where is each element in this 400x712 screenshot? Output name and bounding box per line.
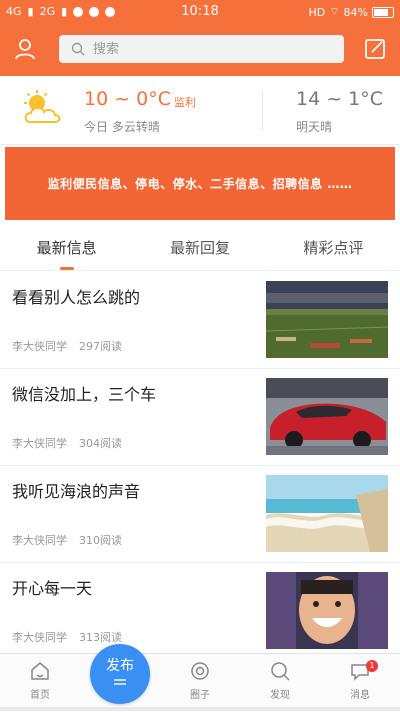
user-profile-button[interactable]: [10, 34, 40, 64]
banner-text: 监利便民信息、停电、停水、二手信息、招聘信息 ……: [47, 177, 353, 191]
item-views: 313阅读: [79, 631, 122, 644]
tab-label: 精彩点评: [303, 239, 364, 257]
nav-circle[interactable]: 圈子: [170, 660, 230, 701]
search-bar[interactable]: [59, 35, 344, 63]
status-right: HD ⌔ 84%: [308, 5, 394, 19]
item-views: 297阅读: [79, 340, 122, 353]
item-title: 我听见海浪的声音: [12, 482, 141, 501]
home-icon: [31, 662, 49, 680]
item-title: 微信没加上，三个车: [12, 385, 157, 404]
circle-icon: [191, 662, 209, 680]
tab-latest-info[interactable]: 最新信息: [0, 230, 133, 270]
compose-button[interactable]: [360, 34, 390, 64]
item-meta: 李大侠同学 313阅读: [12, 629, 122, 645]
list-item[interactable]: 看看别人怎么跳的 李大侠同学 297阅读: [0, 272, 400, 369]
item-author: 李大侠同学: [12, 631, 67, 644]
weather-panel[interactable]: 10 ~ 0°C 监利 今日 多云转晴 14 ~ 1°C 明天晴: [0, 76, 400, 145]
city-label: 监利: [174, 96, 196, 109]
item-meta: 李大侠同学 297阅读: [12, 338, 122, 354]
bottom-edge: [0, 707, 400, 711]
active-tab-indicator: [59, 267, 74, 270]
battery-icon: [372, 6, 394, 18]
bottom-nav: 首页 发布 圈子 发现 1 消息: [0, 644, 400, 712]
list-item[interactable]: 微信没加上，三个车 李大侠同学 304阅读: [0, 369, 400, 466]
today-temperature: 10 ~ 0°C: [84, 88, 172, 110]
status-bar: 4G ▮ 2G ▮ 10:18 HD ⌔ 84%: [0, 0, 400, 24]
item-views: 304阅读: [79, 437, 122, 450]
tomorrow-weather-desc: 明天晴: [296, 120, 333, 134]
list-item[interactable]: 开心每一天 李大侠同学 313阅读: [0, 563, 400, 652]
weather-divider: [262, 90, 263, 130]
promo-banner[interactable]: 监利便民信息、停电、停水、二手信息、招聘信息 ……: [5, 147, 395, 220]
thumbnail-beach-waves[interactable]: [266, 475, 388, 552]
item-author: 李大侠同学: [12, 437, 67, 450]
list-item[interactable]: 我听见海浪的声音 李大侠同学 310阅读: [0, 466, 400, 563]
nav-label: 消息: [350, 690, 370, 701]
red-car-image: [266, 378, 388, 455]
menu-lines-icon: [114, 679, 126, 685]
search-input[interactable]: [91, 40, 335, 58]
item-views: 310阅读: [79, 534, 122, 547]
beach-waves-image: [266, 475, 388, 552]
item-meta: 李大侠同学 310阅读: [12, 532, 122, 548]
discover-icon: [271, 662, 290, 681]
nav-label: 首页: [30, 690, 50, 701]
nav-messages[interactable]: 1 消息: [330, 660, 390, 701]
tab-featured-comments[interactable]: 精彩点评: [267, 230, 400, 270]
tab-label: 最新回复: [169, 239, 230, 257]
thumbnail-sports-field[interactable]: [266, 281, 388, 358]
nav-label: 圈子: [190, 690, 210, 701]
sports-field-image: [266, 281, 388, 358]
battery-percent: 84%: [343, 5, 368, 19]
thumbnail-red-car[interactable]: [266, 378, 388, 455]
wifi-icon: ⌔: [329, 5, 340, 18]
item-author: 李大侠同学: [12, 340, 67, 353]
nav-home[interactable]: 首页: [10, 660, 70, 701]
item-author: 李大侠同学: [12, 534, 67, 547]
cloudy-sun-icon: [24, 90, 61, 123]
publish-label: 发布: [106, 658, 134, 674]
item-meta: 李大侠同学 304阅读: [12, 435, 122, 451]
item-title: 开心每一天: [12, 579, 93, 598]
thumbnail-smiling-man[interactable]: [266, 572, 388, 649]
app-header: [0, 24, 400, 76]
tab-latest-replies[interactable]: 最新回复: [133, 230, 266, 270]
nav-discover[interactable]: 发现: [250, 660, 310, 701]
search-icon: [71, 42, 85, 56]
message-badge: 1: [366, 660, 378, 672]
tomorrow-temperature: 14 ~ 1°C: [296, 88, 384, 110]
feed-tabs: 最新信息 最新回复 精彩点评: [0, 230, 400, 271]
feed-list: 看看别人怎么跳的 李大侠同学 297阅读 微信没加上，三个车 李大侠同学 304阅读: [0, 272, 400, 652]
tab-label: 最新信息: [36, 239, 97, 257]
nav-label: 发现: [270, 690, 290, 701]
hd-label: HD: [308, 5, 326, 19]
user-icon: [15, 39, 35, 60]
smiling-man-image: [266, 572, 388, 649]
edit-icon: [365, 39, 385, 59]
publish-button[interactable]: 发布: [90, 644, 150, 704]
item-title: 看看别人怎么跳的: [12, 288, 141, 307]
today-weather-desc: 今日 多云转晴: [84, 120, 160, 134]
